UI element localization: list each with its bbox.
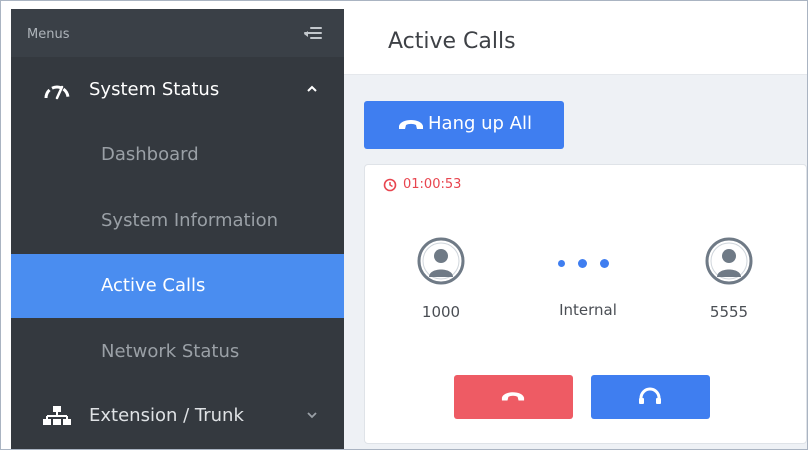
callee-avatar-icon [705,237,753,285]
caller-number: 1000 [421,303,461,321]
clock-icon [383,178,397,191]
network-icon [43,406,71,425]
hang-up-icon [501,392,525,401]
app-frame: Menus System Status Dashboard System Inf… [0,0,808,450]
sidebar-item-network-status[interactable]: Network Status [11,320,344,384]
page-header: Active Calls [344,9,807,75]
sidebar-item-label: Active Calls [101,275,206,296]
sidebar-item-label: Network Status [101,341,240,362]
listen-button[interactable] [591,375,710,419]
active-call-card: 01:00:53 1000 Internal 5555 [364,164,807,444]
sidebar-group-label: Extension / Trunk [89,405,244,426]
page-title: Active Calls [388,29,516,54]
sidebar-item-label: Dashboard [101,144,199,165]
gauge-icon [44,85,70,100]
menus-label: Menus [27,27,70,42]
sidebar-item-label: System Information [101,210,279,231]
hang-up-button[interactable] [454,375,573,419]
sidebar-item-system-information[interactable]: System Information [11,189,344,253]
call-duration: 01:00:53 [383,177,461,192]
headset-icon [639,387,661,404]
menus-header: Menus [11,9,344,57]
call-type: Internal [559,301,617,319]
sidebar-item-dashboard[interactable]: Dashboard [11,123,344,187]
main-content: Hang up All 01:00:53 1000 Internal 5555 [344,75,807,449]
sidebar-item-active-calls[interactable]: Active Calls [11,254,344,318]
caller-avatar-icon [417,237,465,285]
callee-number: 5555 [709,303,749,321]
menu-collapse-icon[interactable] [304,27,322,41]
sidebar-group-extension-trunk[interactable]: Extension / Trunk [11,391,344,441]
hang-up-icon [399,120,423,129]
connecting-dots-icon [558,259,618,270]
sidebar-group-label: System Status [89,79,220,100]
hang-up-all-button[interactable]: Hang up All [364,101,564,149]
call-duration-value: 01:00:53 [403,177,462,192]
chevron-up-icon [307,85,317,92]
hang-up-all-label: Hang up All [428,113,532,134]
chevron-down-icon [307,412,317,419]
sidebar: Menus System Status Dashboard System Inf… [11,9,344,449]
sidebar-group-system-status[interactable]: System Status [11,65,344,115]
